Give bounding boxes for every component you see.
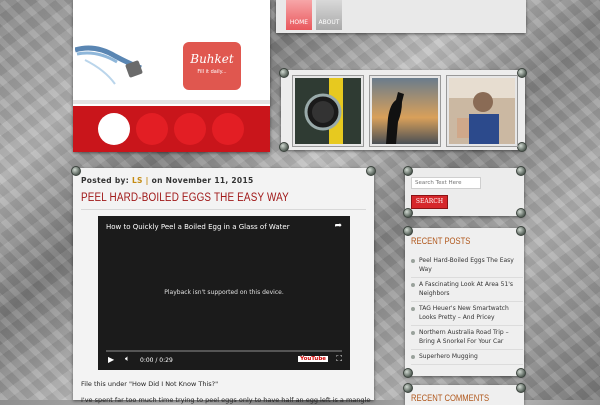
rivet-icon bbox=[516, 166, 526, 176]
rivet-icon bbox=[71, 166, 81, 176]
slider-dot-1[interactable] bbox=[98, 113, 130, 145]
rivet-icon bbox=[403, 368, 413, 378]
logo-tagline: Fill it daily... bbox=[197, 69, 227, 75]
thumbnail-watch[interactable] bbox=[293, 76, 363, 146]
logo-name: Buhket bbox=[190, 52, 234, 66]
sunset-silhouette-image-icon bbox=[372, 78, 438, 144]
playback-message: Playback isn't supported on this device. bbox=[164, 289, 284, 296]
slider-dot-4[interactable] bbox=[212, 113, 244, 145]
recent-comments-widget: Recent Comments bbox=[403, 383, 526, 405]
video-controls: ▶ 🔈︎ 0:00 / 0:29 ⚙ YouTube ⛶ bbox=[98, 354, 350, 368]
posted-by-label: Posted by: bbox=[81, 176, 130, 185]
search-button[interactable]: SEARCH bbox=[411, 195, 448, 209]
recent-posts-widget: Recent Posts Peel Hard-Boiled Eggs The E… bbox=[403, 226, 526, 378]
rivet-icon bbox=[279, 142, 289, 152]
video-time: 0:00 / 0:29 bbox=[140, 357, 173, 364]
recent-post-link[interactable]: A Fascinating Look At Area 51's Neighbor… bbox=[411, 278, 523, 302]
nav-about-tab[interactable]: ABOUT bbox=[316, 0, 342, 30]
blog-post: Posted by: LS | on November 11, 2015 Pee… bbox=[71, 166, 376, 404]
nav-home-tab[interactable]: HOME bbox=[286, 0, 312, 30]
divider bbox=[81, 209, 366, 210]
header-divider bbox=[73, 100, 270, 104]
snorkel-image-icon bbox=[449, 78, 515, 144]
rivet-icon bbox=[517, 142, 527, 152]
rivet-icon bbox=[403, 166, 413, 176]
video-player[interactable]: How to Quickly Peel a Boiled Egg in a Gl… bbox=[98, 216, 350, 370]
fullscreen-icon[interactable]: ⛶ bbox=[336, 354, 342, 364]
site-logo[interactable]: Buhket Fill it daily... bbox=[183, 42, 241, 90]
rivet-icon bbox=[366, 166, 376, 176]
rivet-icon bbox=[279, 68, 289, 78]
meta-separator: | bbox=[145, 176, 149, 185]
volume-icon[interactable]: 🔈︎ bbox=[125, 354, 130, 364]
recent-post-link[interactable]: Northern Australia Road Trip – Bring A S… bbox=[411, 326, 523, 350]
rivet-icon bbox=[516, 383, 526, 393]
slider-dot-3[interactable] bbox=[174, 113, 206, 145]
thumbnail-binoculars[interactable] bbox=[370, 76, 440, 146]
post-meta: Posted by: LS | on November 11, 2015 bbox=[81, 176, 253, 185]
video-title[interactable]: How to Quickly Peel a Boiled Egg in a Gl… bbox=[106, 223, 290, 231]
watch-image-icon bbox=[295, 78, 361, 144]
post-paragraph: I've spent far too much time trying to p… bbox=[81, 396, 371, 404]
video-progress-bar[interactable] bbox=[106, 350, 342, 352]
slider-bar bbox=[73, 106, 270, 152]
faucet-illustration-icon bbox=[75, 45, 143, 85]
recent-post-link[interactable]: TAG Heuer's New Smartwatch Looks Pretty … bbox=[411, 302, 523, 326]
rivet-icon bbox=[403, 383, 413, 393]
recent-post-link[interactable]: Superhero Mugging bbox=[411, 350, 523, 365]
rivet-icon bbox=[517, 68, 527, 78]
youtube-logo[interactable]: YouTube bbox=[298, 356, 328, 362]
thumbnail-snorkel[interactable] bbox=[447, 76, 517, 146]
post-title-link[interactable]: Peel Hard-Boiled Eggs The Easy Way bbox=[81, 192, 289, 204]
rivet-icon bbox=[403, 208, 413, 218]
recent-posts-list: Peel Hard-Boiled Eggs The Easy Way A Fas… bbox=[411, 254, 523, 365]
recent-posts-title: Recent Posts bbox=[411, 236, 471, 246]
play-icon[interactable]: ▶ bbox=[108, 355, 114, 364]
search-widget: SEARCH bbox=[403, 166, 526, 218]
rivet-icon bbox=[403, 226, 413, 236]
rivet-icon bbox=[516, 226, 526, 236]
post-date: on November 11, 2015 bbox=[151, 176, 254, 185]
post-paragraph: File this under "How Did I Not Know This… bbox=[81, 380, 219, 388]
slider-dot-2[interactable] bbox=[136, 113, 168, 145]
rivet-icon bbox=[516, 368, 526, 378]
rivet-icon bbox=[516, 208, 526, 218]
search-input[interactable] bbox=[411, 177, 481, 189]
featured-gallery bbox=[279, 68, 527, 152]
recent-post-link[interactable]: Peel Hard-Boiled Eggs The Easy Way bbox=[411, 254, 523, 278]
share-icon[interactable]: ➦ bbox=[334, 221, 342, 231]
recent-comments-title: Recent Comments bbox=[411, 393, 490, 403]
post-author-link[interactable]: LS bbox=[132, 176, 143, 185]
site-header: Buhket Fill it daily... bbox=[73, 0, 270, 152]
main-navigation: HOME ABOUT bbox=[276, 0, 526, 33]
